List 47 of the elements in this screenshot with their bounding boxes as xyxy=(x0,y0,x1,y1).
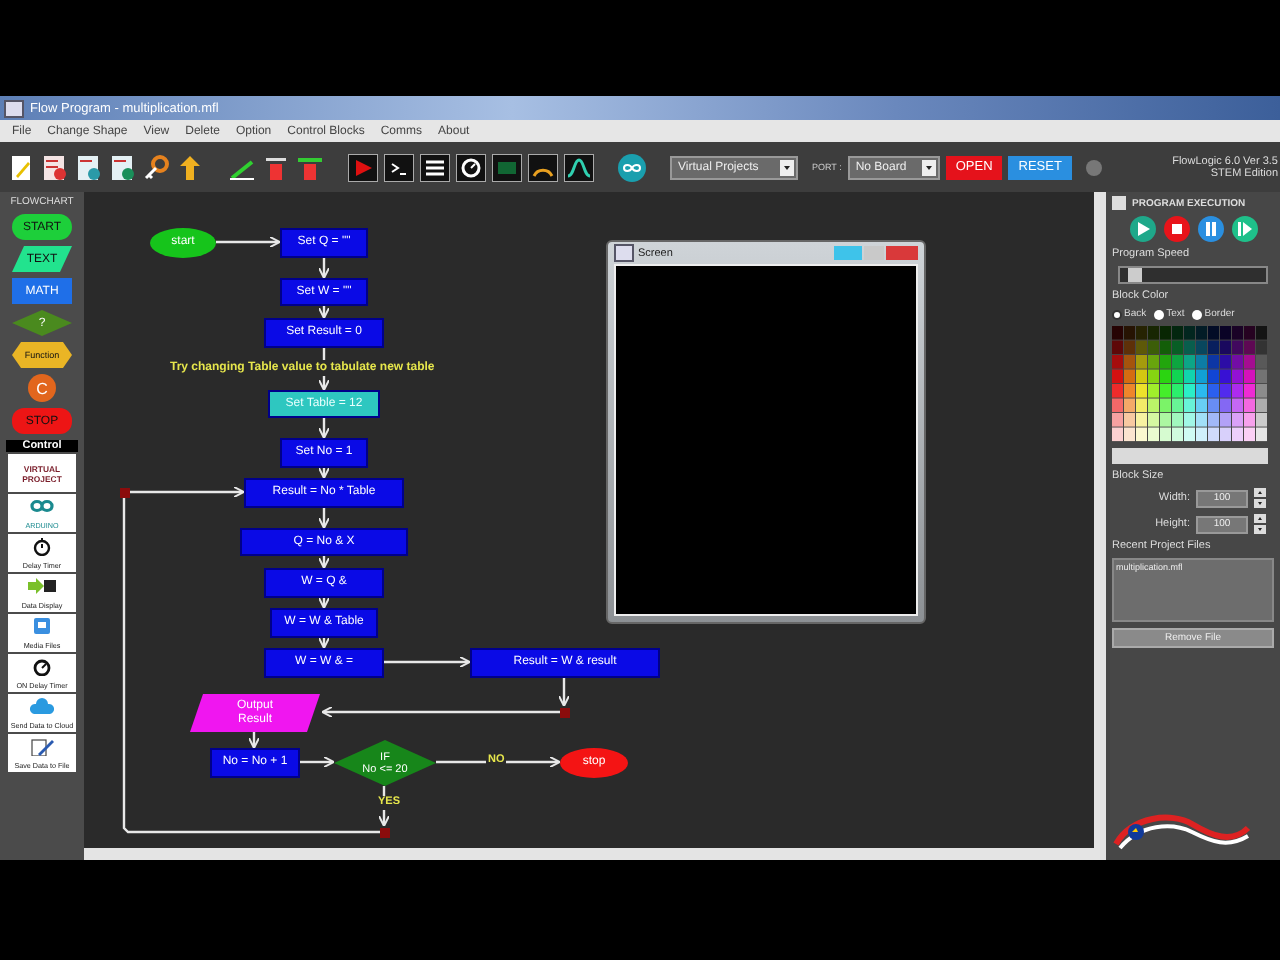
horizontal-scrollbar[interactable] xyxy=(84,848,1094,860)
connector-arrow xyxy=(318,467,330,479)
stop-button[interactable] xyxy=(1164,216,1190,242)
pause-icon xyxy=(1204,222,1218,236)
connector-arrow xyxy=(318,258,330,279)
caret-icon xyxy=(921,159,936,175)
color-palette[interactable] xyxy=(1112,326,1268,442)
trash-icon[interactable] xyxy=(296,153,324,181)
key-icon[interactable] xyxy=(142,153,170,181)
connector-arrow xyxy=(436,756,561,768)
pause-button[interactable] xyxy=(1198,216,1224,242)
dial-icon[interactable] xyxy=(456,153,486,181)
vertical-scrollbar[interactable] xyxy=(1094,192,1106,860)
spinner-icon[interactable] xyxy=(1254,514,1266,534)
connector-arrow xyxy=(318,418,330,439)
step-button[interactable] xyxy=(1232,216,1258,242)
play-icon[interactable] xyxy=(348,153,378,181)
slider-thumb[interactable] xyxy=(1127,268,1142,282)
open-file-icon[interactable] xyxy=(40,153,68,181)
connector-arrow xyxy=(216,236,281,248)
spinner-icon[interactable] xyxy=(1254,488,1266,508)
stop-icon xyxy=(1170,222,1184,236)
save-as-icon[interactable] xyxy=(108,153,136,181)
connector-arrow xyxy=(318,306,330,319)
run-button[interactable] xyxy=(1130,216,1156,242)
trash-icon[interactable] xyxy=(262,153,290,181)
stopwatch-icon xyxy=(28,536,56,556)
caret-icon xyxy=(780,159,794,175)
arrow-display-icon xyxy=(28,576,56,596)
save-file-icon[interactable] xyxy=(74,153,102,181)
step-icon xyxy=(1238,222,1252,236)
wave-icon[interactable] xyxy=(564,153,594,181)
new-file-icon[interactable] xyxy=(6,153,34,181)
infinity-icon[interactable] xyxy=(618,153,646,181)
stopwatch-icon xyxy=(28,656,56,676)
media-icon xyxy=(28,616,56,636)
terminal-icon[interactable] xyxy=(384,153,414,181)
cloud-icon xyxy=(28,696,56,716)
gauge-icon[interactable] xyxy=(528,153,558,181)
window-icon xyxy=(614,244,634,262)
list-icon[interactable] xyxy=(420,153,450,181)
infinity-icon xyxy=(28,496,56,516)
display-icon[interactable] xyxy=(492,153,522,181)
play-icon xyxy=(1136,222,1150,236)
pencil-icon xyxy=(28,736,56,756)
status-led-icon xyxy=(1085,159,1102,175)
pointer-icon[interactable] xyxy=(176,153,204,181)
